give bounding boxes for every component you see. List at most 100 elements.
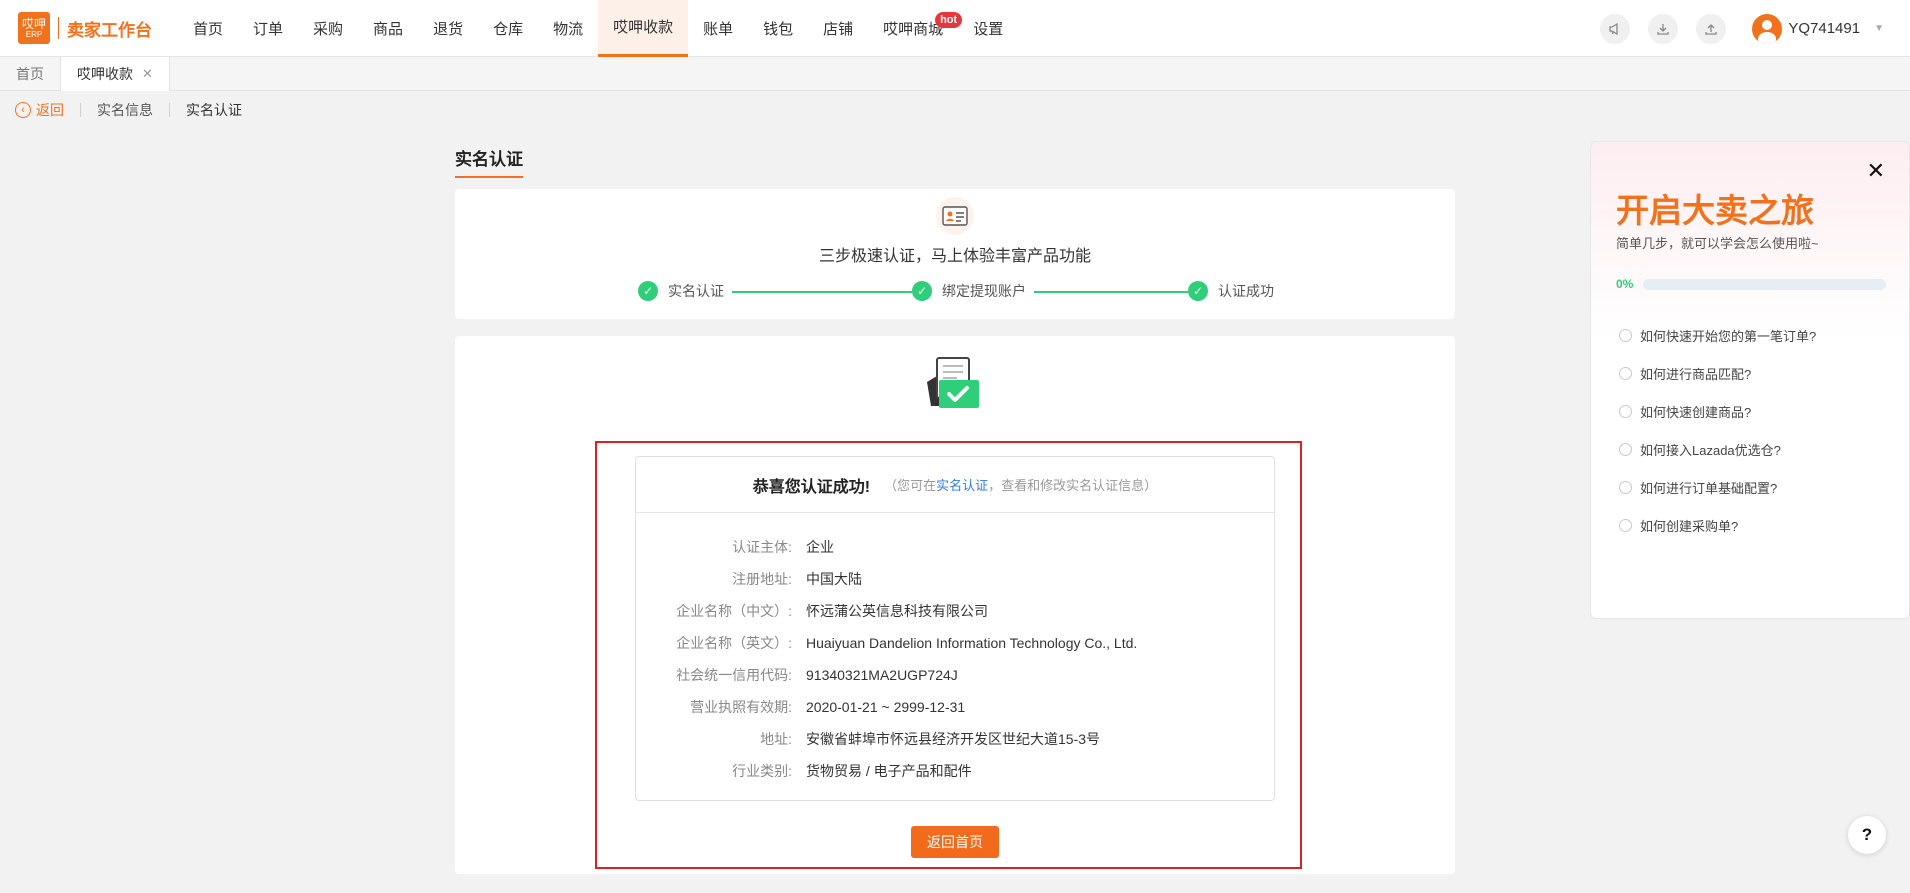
tab-payments[interactable]: 哎呷收款 ✕ <box>61 57 170 91</box>
help-button[interactable]: ? <box>1848 816 1886 854</box>
step-label: 绑定提现账户 <box>942 283 1026 299</box>
nav-item-shops[interactable]: 店铺 <box>808 0 868 57</box>
guide-item-label: 如何进行商品匹配? <box>1640 367 1752 382</box>
chevron-left-icon: ‹ <box>15 102 31 118</box>
info-row: 企业名称（英文）: Huaiyuan Dandelion Information … <box>636 633 1276 653</box>
nav-label: 退货 <box>433 20 464 38</box>
info-label: 营业执照有效期: <box>690 699 792 715</box>
info-label: 注册地址: <box>732 571 792 587</box>
steps-caption: 三步极速认证，马上体验丰富产品功能 <box>818 248 1091 265</box>
info-row: 注册地址: 中国大陆 <box>636 569 1276 589</box>
radio-icon <box>1619 481 1632 494</box>
guide-item[interactable]: 如何快速开始您的第一笔订单? <box>1619 326 1816 345</box>
nav-label: 订单 <box>253 20 284 38</box>
step-label: 实名认证 <box>668 283 724 299</box>
username[interactable]: YQ741491 <box>1788 20 1860 37</box>
page-tabs: 首页 哎呷收款 ✕ <box>0 57 1910 91</box>
result-note: （您可在实名认证，查看和修改实名认证信息） <box>884 475 1157 494</box>
step-success: ✓ 认证成功 <box>1188 281 1274 301</box>
back-home-button[interactable]: 返回首页 <box>911 826 999 858</box>
nav-label: 设置 <box>973 20 1004 38</box>
info-label: 行业类别: <box>732 763 792 779</box>
nav-item-settings[interactable]: 设置 <box>958 0 1018 57</box>
guide-item[interactable]: 如何进行订单基础配置? <box>1619 478 1777 497</box>
nav-item-bills[interactable]: 账单 <box>688 0 748 57</box>
logo-main-text: 哎呷 <box>21 16 46 31</box>
info-label: 认证主体: <box>732 539 792 555</box>
nav-label: 哎呷收款 <box>613 19 674 36</box>
info-value: 货物贸易 / 电子产品和配件 <box>806 763 972 779</box>
nav-item-mall[interactable]: 哎呷商城 hot <box>868 0 963 57</box>
upload-icon[interactable] <box>1696 13 1727 44</box>
info-label: 地址: <box>760 731 792 747</box>
info-label: 社会统一信用代码: <box>676 667 792 683</box>
info-value: 企业 <box>806 539 834 555</box>
info-label: 企业名称（英文）: <box>676 635 792 651</box>
guide-item[interactable]: 如何快速创建商品? <box>1619 402 1751 421</box>
info-value: 安徽省蚌埠市怀远县经济开发区世纪大道15-3号 <box>806 731 1101 747</box>
nav-item-home[interactable]: 首页 <box>178 0 238 57</box>
chevron-down-icon[interactable]: ▼ <box>1874 23 1884 34</box>
info-value: 中国大陆 <box>806 571 862 587</box>
breadcrumb-divider <box>169 103 170 117</box>
breadcrumb-item-info[interactable]: 实名信息 <box>97 100 153 120</box>
result-card: 恭喜您认证成功! （您可在实名认证，查看和修改实名认证信息） 认证主体: 企业 注… <box>455 336 1455 874</box>
id-card-icon <box>936 197 974 235</box>
close-icon[interactable]: ✕ <box>1867 160 1885 182</box>
nav-label: 仓库 <box>493 20 524 38</box>
back-link[interactable]: ‹ 返回 <box>15 100 64 120</box>
check-icon: ✓ <box>638 281 658 301</box>
nav-item-products[interactable]: 商品 <box>358 0 418 57</box>
app-logo[interactable]: 哎呷 ERP 卖家工作台 <box>18 12 168 44</box>
nav-label: 店铺 <box>823 20 854 38</box>
avatar[interactable] <box>1752 13 1783 44</box>
info-value: 怀远蒲公英信息科技有限公司 <box>806 603 988 619</box>
breadcrumb-divider <box>80 103 81 117</box>
real-name-link[interactable]: 实名认证 <box>936 478 988 493</box>
nav-item-warehouse[interactable]: 仓库 <box>478 0 538 57</box>
guide-item-label: 如何进行订单基础配置? <box>1640 481 1778 496</box>
close-icon[interactable]: ✕ <box>142 66 153 82</box>
guide-title: 开启大卖之旅 <box>1616 192 1814 229</box>
nav-label: 采购 <box>313 20 344 38</box>
info-row: 社会统一信用代码: 91340321MA2UGP724J <box>636 665 1276 685</box>
step-label: 认证成功 <box>1218 283 1274 299</box>
radio-icon <box>1619 329 1632 342</box>
app-title: 卖家工作台 <box>67 20 152 40</box>
info-label: 企业名称（中文）: <box>676 603 792 619</box>
logo-badge: 哎呷 ERP <box>18 12 50 44</box>
top-navbar: 哎呷 ERP 卖家工作台 首页 订单 采购 商品 退货 仓库 物流 哎呷收款 账… <box>0 0 1910 57</box>
nav-item-logistics[interactable]: 物流 <box>538 0 598 57</box>
info-row: 企业名称（中文）: 怀远蒲公英信息科技有限公司 <box>636 601 1276 621</box>
nav-item-payments[interactable]: 哎呷收款 <box>598 0 689 57</box>
nav-item-returns[interactable]: 退货 <box>418 0 478 57</box>
nav-label: 钱包 <box>763 20 794 38</box>
header-actions: YQ741491 ▼ <box>1582 0 1884 57</box>
main-nav: 首页 订单 采购 商品 退货 仓库 物流 哎呷收款 账单 钱包 店铺 哎呷商城 h… <box>178 0 1018 57</box>
guide-item[interactable]: 如何创建采购单? <box>1619 516 1738 535</box>
megaphone-icon[interactable] <box>1600 13 1631 44</box>
radio-icon <box>1619 367 1632 380</box>
nav-item-orders[interactable]: 订单 <box>238 0 298 57</box>
nav-label: 商品 <box>373 20 404 38</box>
radio-icon <box>1619 405 1632 418</box>
guide-item-label: 如何创建采购单? <box>1640 519 1739 534</box>
guide-item-label: 如何快速开始您的第一笔订单? <box>1640 329 1817 344</box>
tab-home[interactable]: 首页 <box>0 57 61 91</box>
nav-label: 账单 <box>703 20 734 38</box>
guide-item[interactable]: 如何进行商品匹配? <box>1619 364 1751 383</box>
radio-icon <box>1619 443 1632 456</box>
step-real-name: ✓ 实名认证 <box>638 281 724 301</box>
download-icon[interactable] <box>1648 13 1679 44</box>
guide-item-label: 如何快速创建商品? <box>1640 405 1752 420</box>
nav-item-purchase[interactable]: 采购 <box>298 0 358 57</box>
page-title: 实名认证 <box>455 145 523 178</box>
nav-item-wallet[interactable]: 钱包 <box>748 0 808 57</box>
breadcrumb-item-current: 实名认证 <box>186 102 242 118</box>
result-box: 恭喜您认证成功! （您可在实名认证，查看和修改实名认证信息） 认证主体: 企业 注… <box>635 456 1275 801</box>
note-prefix: （您可在 <box>884 478 937 493</box>
guide-item[interactable]: 如何接入Lazada优选仓? <box>1619 440 1781 459</box>
info-value: Huaiyuan Dandelion Information Technolog… <box>806 635 1138 651</box>
step-connector <box>1034 291 1188 293</box>
nav-label: 首页 <box>193 20 224 38</box>
